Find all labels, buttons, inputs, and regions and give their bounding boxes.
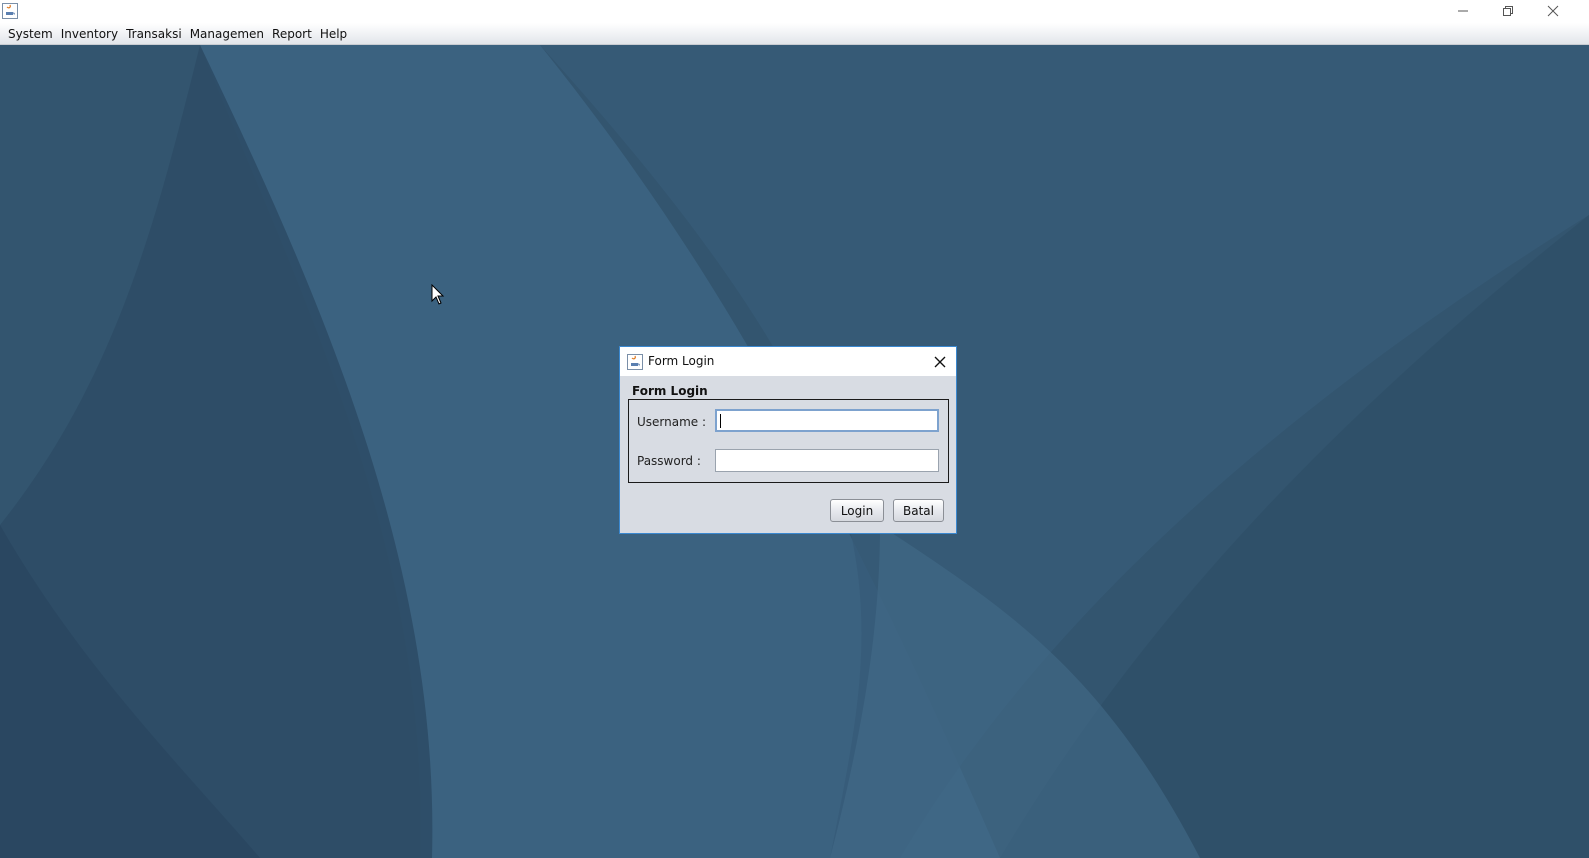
username-field[interactable] (715, 409, 939, 432)
login-fieldset: Username : Password : (628, 399, 949, 483)
app-window: System Inventory Transaksi Managemen Rep… (0, 0, 1589, 858)
dialog-title-bar[interactable]: Form Login (620, 347, 956, 376)
menu-bar: System Inventory Transaksi Managemen Rep… (0, 23, 1589, 45)
minimize-button[interactable] (1441, 0, 1485, 22)
dialog-title: Form Login (648, 354, 715, 368)
cancel-button[interactable]: Batal (893, 499, 944, 522)
menu-system[interactable]: System (4, 23, 57, 45)
mouse-cursor-icon (431, 284, 445, 305)
text-caret (720, 414, 721, 428)
username-label: Username : (637, 415, 707, 429)
title-bar[interactable] (0, 0, 1589, 23)
password-field[interactable] (715, 449, 939, 472)
close-icon[interactable] (930, 352, 950, 372)
menu-report[interactable]: Report (268, 23, 316, 45)
java-app-icon (2, 3, 18, 19)
java-app-icon (627, 354, 643, 370)
menu-managemen[interactable]: Managemen (186, 23, 268, 45)
close-icon (1547, 5, 1559, 17)
group-title: Form Login (632, 384, 708, 398)
restore-button[interactable] (1486, 0, 1530, 22)
minimize-icon (1458, 10, 1468, 12)
menu-inventory[interactable]: Inventory (57, 23, 122, 45)
login-dialog: Form Login Form Login Username : Passwor… (619, 346, 957, 534)
close-button[interactable] (1531, 0, 1575, 22)
menu-help[interactable]: Help (316, 23, 351, 45)
login-button[interactable]: Login (830, 499, 884, 522)
menu-transaksi[interactable]: Transaksi (122, 23, 186, 45)
password-label: Password : (637, 454, 701, 468)
restore-icon (1503, 6, 1513, 16)
